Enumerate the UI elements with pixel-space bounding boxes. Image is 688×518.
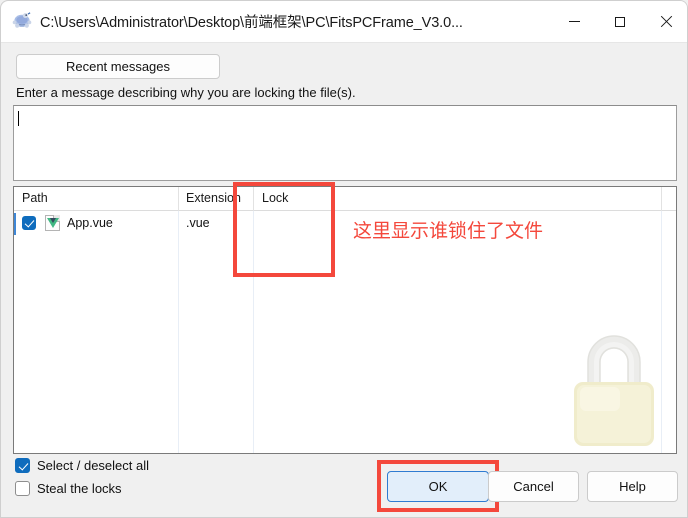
- select-deselect-all-label: Select / deselect all: [37, 458, 150, 473]
- maximize-icon: [615, 16, 625, 27]
- window-controls: [551, 1, 687, 43]
- cell-extension: .vue: [186, 216, 210, 230]
- row-grid-line-3: [661, 211, 662, 453]
- cancel-button-label: Cancel: [513, 479, 554, 494]
- column-separator-1[interactable]: [178, 187, 179, 211]
- minimize-button[interactable]: [551, 1, 597, 43]
- select-deselect-all-checkbox[interactable]: Select / deselect all: [15, 458, 149, 473]
- steal-the-locks-checkbox[interactable]: Steal the locks: [15, 481, 122, 496]
- minimize-icon: [568, 21, 580, 22]
- window-title: C:\Users\Administrator\Desktop\前端框架\PC\F…: [40, 15, 463, 31]
- recent-messages-label: Recent messages: [65, 59, 171, 74]
- column-header-extension[interactable]: Extension: [186, 191, 241, 205]
- recent-messages-button[interactable]: Recent messages: [16, 54, 220, 79]
- cancel-button[interactable]: Cancel: [488, 471, 579, 502]
- row-selection-accent: [14, 213, 16, 235]
- column-separator-2[interactable]: [253, 187, 254, 211]
- file-list-body: App.vue .vue: [14, 211, 676, 453]
- vue-file-icon: [45, 215, 60, 231]
- column-separator-3[interactable]: [661, 187, 662, 211]
- vue-logo-inner: [50, 218, 56, 223]
- message-prompt-label: Enter a message describing why you are l…: [16, 85, 356, 100]
- file-list-header: Path Extension Lock: [14, 187, 676, 211]
- row-grid-line-2: [253, 211, 254, 453]
- column-header-path[interactable]: Path: [22, 191, 48, 205]
- help-button-label: Help: [619, 479, 646, 494]
- checkbox-indicator: [15, 481, 30, 496]
- close-button[interactable]: [643, 1, 687, 43]
- lock-dialog-window: C:\Users\Administrator\Desktop\前端框架\PC\F…: [0, 0, 688, 518]
- close-icon: [660, 15, 673, 28]
- tortoisesvn-turtle-icon: [11, 11, 33, 33]
- table-row[interactable]: App.vue .vue: [14, 213, 676, 235]
- cell-path: App.vue: [67, 216, 113, 230]
- maximize-button[interactable]: [597, 1, 643, 43]
- ok-button[interactable]: OK: [387, 471, 489, 502]
- annotation-note: 这里显示谁锁住了文件: [353, 220, 544, 242]
- column-header-lock[interactable]: Lock: [262, 191, 288, 205]
- text-caret: [18, 111, 19, 126]
- steal-the-locks-label: Steal the locks: [37, 481, 122, 496]
- title-bar: C:\Users\Administrator\Desktop\前端框架\PC\F…: [1, 1, 687, 43]
- row-grid-line-1: [178, 211, 179, 453]
- ok-button-label: OK: [428, 479, 448, 494]
- row-checkbox[interactable]: [22, 216, 36, 230]
- lock-message-input[interactable]: [13, 105, 677, 181]
- file-list-panel[interactable]: Path Extension Lock App.vue .vue: [13, 186, 677, 454]
- padlock-watermark-icon: [574, 335, 654, 446]
- checkbox-indicator: [15, 458, 30, 473]
- help-button[interactable]: Help: [587, 471, 678, 502]
